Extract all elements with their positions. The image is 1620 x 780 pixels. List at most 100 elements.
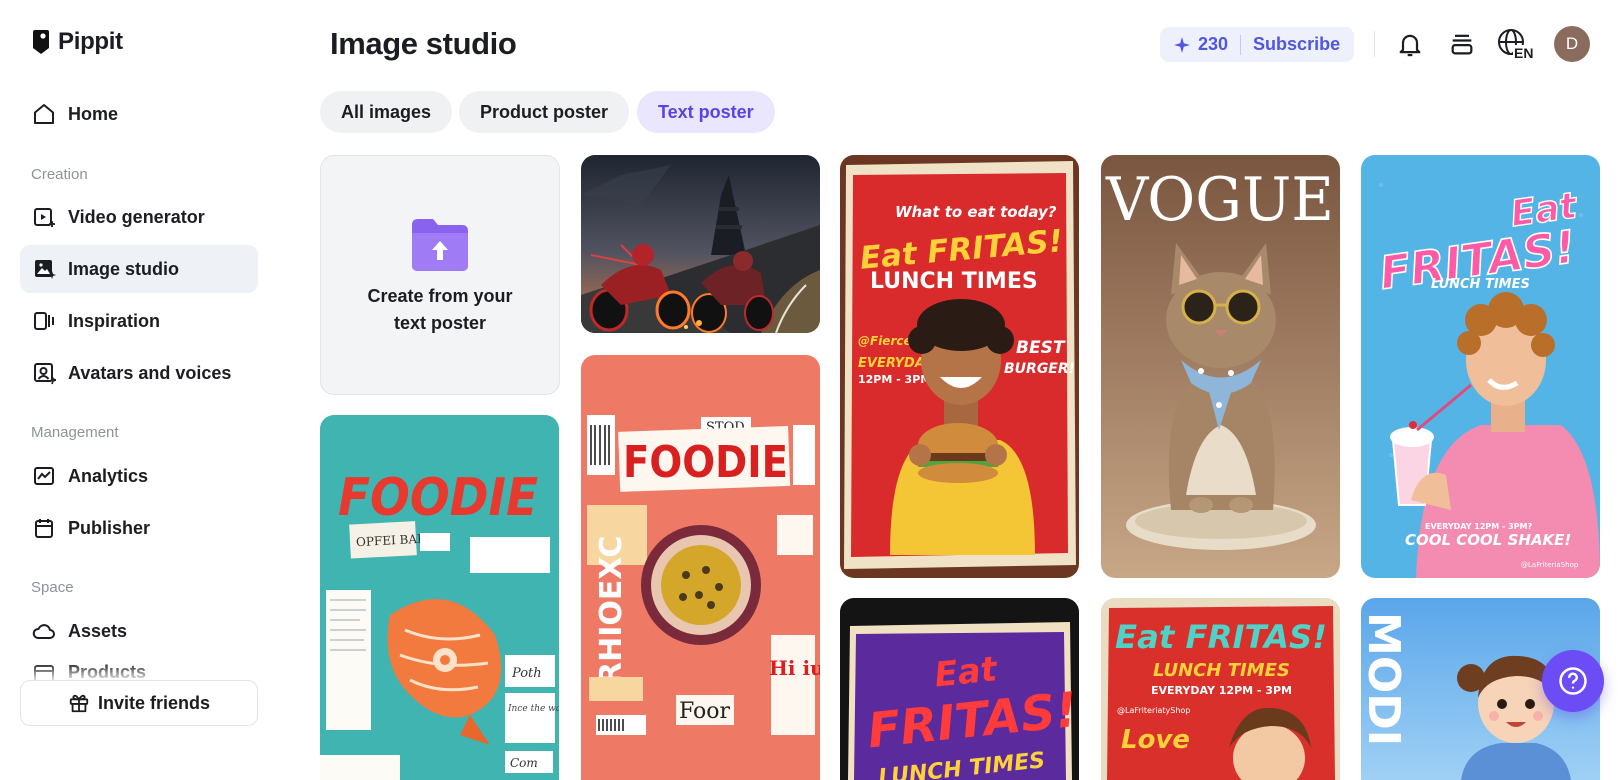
sidebar-item-label: Analytics — [68, 465, 149, 486]
help-button[interactable] — [1542, 650, 1604, 712]
invite-friends-label: Invite friends — [97, 692, 211, 713]
sidebar-item-image-studio[interactable]: Image studio — [20, 245, 258, 293]
sidebar-item-label: Image studio — [68, 258, 180, 279]
calendar-icon — [35, 519, 53, 538]
inspiration-icon — [34, 312, 54, 330]
tab-text-poster[interactable]: Text poster — [637, 91, 775, 133]
sidebar-item-label: Video generator — [68, 206, 205, 227]
foodie-passionfruit-poster-image: STOD FOODIE RHIOEXC Foor Hi iu iorn — [581, 355, 820, 780]
poster-subtitle: LUNCH TIMES — [1153, 660, 1290, 681]
avatar-voice-icon — [34, 363, 56, 385]
sidebar-item-label: Assets — [68, 620, 128, 641]
question-mark-icon — [1559, 667, 1587, 695]
sidebar-item-publisher[interactable]: Publisher — [20, 504, 258, 552]
gallery-card-fritas-purple-poster[interactable]: Eat FRITAS! LUNCH TIMES — [840, 598, 1079, 780]
poster-note-2: Poth — [511, 666, 542, 681]
credits-subscribe-pill[interactable]: 230 Subscribe — [1160, 27, 1355, 62]
home-icon — [34, 104, 54, 124]
tab-product-poster[interactable]: Product poster — [459, 91, 630, 133]
layers-button[interactable] — [1444, 26, 1480, 62]
sidebar-item-video-generator[interactable]: Video generator — [20, 193, 258, 241]
fritas-shake-poster-image: Eat FRITAS! LUNCH TIMES EVERYDAY 12PM - … — [1361, 155, 1600, 578]
poster-title-line-1: Eat — [933, 649, 1001, 695]
section-label-management: Management — [31, 424, 119, 441]
user-avatar[interactable]: D — [1554, 26, 1590, 62]
gallery-card-fritas-love-poster[interactable]: Eat FRITAS! LUNCH TIMES EVERYDAY 12PM - … — [1101, 598, 1340, 780]
poster-hours: EVERYDAY 12PM - 3PM — [1151, 684, 1292, 697]
sidebar-item-analytics[interactable]: Analytics — [20, 452, 258, 500]
vogue-cat-poster-image: VOGUE — [1101, 155, 1340, 578]
invite-friends-button[interactable]: Invite friends — [20, 680, 258, 726]
sidebar-item-label: Publisher — [68, 517, 151, 538]
analytics-icon — [34, 467, 54, 485]
poster-best-line-2: BURGER! — [1004, 361, 1075, 377]
sidebar-item-assets[interactable]: Assets — [20, 607, 258, 655]
gallery-card-fritas-burger-poster[interactable]: What to eat today? Eat FRITAS! LUNCH TIM… — [840, 155, 1079, 578]
tab-all-images[interactable]: All images — [320, 91, 453, 133]
poster-note-4: Com — [510, 756, 538, 770]
poster-note-3: Ince the water — [507, 704, 559, 714]
gift-icon — [69, 694, 89, 713]
upload-text-line-2: text poster — [393, 313, 486, 333]
sidebar-item-label: Inspiration — [68, 310, 161, 331]
poster-title: FOODIE — [338, 468, 538, 528]
poster-tagline: What to eat today? — [895, 203, 1057, 221]
video-plus-icon — [34, 208, 55, 227]
fritas-burger-poster-image: What to eat today? Eat FRITAS! LUNCH TIM… — [840, 155, 1079, 578]
credits-divider — [1240, 34, 1242, 55]
subscribe-link[interactable]: Subscribe — [1253, 34, 1340, 55]
create-from-text-poster-card[interactable]: Create from your text poster — [320, 155, 560, 395]
gallery-card-foodie-passionfruit-poster[interactable]: STOD FOODIE RHIOEXC Foor Hi iu iorn — [581, 355, 820, 780]
bell-icon — [1399, 34, 1421, 57]
image-sparkle-icon — [35, 260, 56, 279]
poster-side-text: MODI — [1361, 612, 1409, 746]
upload-text-line-1: Create from your — [367, 286, 513, 306]
sidebar: Pippit Home Creation Video generator Ima… — [0, 0, 275, 780]
language-code: EN — [1514, 45, 1533, 61]
gallery-card-fritas-shake-poster[interactable]: Eat FRITAS! LUNCH TIMES EVERYDAY 12PM - … — [1361, 155, 1600, 578]
app-logo[interactable]: Pippit — [31, 28, 123, 56]
gallery-card-vogue-cat-poster[interactable]: VOGUE — [1101, 155, 1340, 578]
poster-love: Love — [1121, 725, 1190, 755]
poster-title: Eat FRITAS! — [1115, 618, 1327, 656]
poster-handle: @LaFriteriaShop — [1521, 561, 1579, 569]
app-name: Pippit — [58, 28, 123, 55]
globe-icon: EN — [1498, 29, 1535, 61]
fritas-purple-poster-image: Eat FRITAS! LUNCH TIMES — [840, 598, 1079, 780]
sidebar-item-inspiration[interactable]: Inspiration — [20, 297, 258, 345]
poster-side-text: RHIOEXC — [594, 536, 629, 685]
section-label-space: Space — [31, 579, 74, 596]
vogue-masthead: VOGUE — [1105, 165, 1334, 235]
poster-hours-line-2: 12PM - 3PM — [858, 373, 931, 386]
poster-subtitle: LUNCH TIMES — [1431, 277, 1530, 292]
folder-upload-icon — [412, 219, 468, 271]
notifications-button[interactable] — [1392, 26, 1428, 62]
poster-slogan: COOL COOL SHAKE! — [1405, 531, 1571, 549]
fritas-love-poster-image: Eat FRITAS! LUNCH TIMES EVERYDAY 12PM - … — [1101, 598, 1340, 780]
poster-title: FOODIE — [623, 437, 788, 488]
credits-count: 230 — [1198, 34, 1229, 54]
stack-icon — [1451, 34, 1473, 55]
header-divider — [1374, 31, 1375, 57]
page-title: Image studio — [330, 26, 517, 61]
poster-handle: @LaFriteriatyShop — [1117, 706, 1190, 715]
cloud-icon — [32, 624, 55, 639]
poster-foot-text: Foor — [679, 699, 731, 724]
upload-card-text: Create from your text poster — [367, 283, 512, 337]
sparkle-icon — [1174, 36, 1190, 53]
motorcycle-temple-image — [581, 155, 820, 333]
sidebar-item-avatars-and-voices[interactable]: Avatars and voices — [20, 349, 258, 397]
sidebar-item-home[interactable]: Home — [20, 90, 258, 138]
language-button[interactable]: EN — [1496, 26, 1536, 62]
poster-corner-text: Hi iu iorn — [769, 656, 820, 680]
sidebar-item-label: Products — [68, 662, 147, 680]
sidebar-item-label: Avatars and voices — [68, 362, 232, 383]
pippit-logo-icon — [33, 30, 49, 54]
product-icon — [34, 665, 54, 680]
gallery-card-foodie-salmon-poster[interactable]: FOODIE OPFEI BART Poth Ince the water Co… — [320, 415, 559, 780]
gallery-card-motorcycle-temple[interactable] — [581, 155, 820, 333]
section-label-creation: Creation — [31, 166, 88, 183]
foodie-salmon-poster-image: FOODIE OPFEI BART Poth Ince the water Co… — [320, 415, 559, 780]
sidebar-item-products[interactable]: Products — [20, 658, 258, 680]
poster-title-line-2: LUNCH TIMES — [870, 269, 1038, 294]
